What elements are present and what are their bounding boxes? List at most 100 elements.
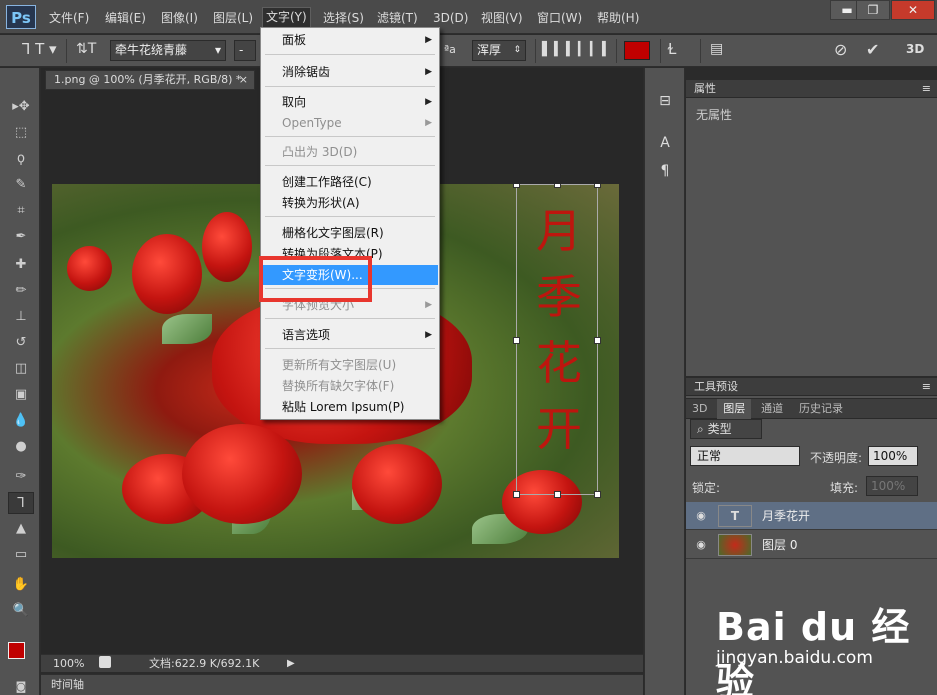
menu-3d[interactable]: 3D(D) bbox=[430, 9, 471, 27]
menu-item-orientation[interactable]: 取向 ▶ bbox=[262, 92, 438, 112]
layer-filter-select[interactable]: ⌕ 类型 bbox=[690, 419, 762, 439]
panel-menu-icon[interactable]: ≡ bbox=[922, 378, 931, 396]
menu-item-replace-missing-fonts: 替换所有缺欠字体(F) bbox=[262, 376, 438, 396]
commit-checkmark-icon[interactable]: ✔ bbox=[866, 40, 879, 61]
quick-selection-tool-icon[interactable]: ✎ bbox=[8, 174, 34, 196]
crop-tool-icon[interactable]: ⌗ bbox=[8, 200, 34, 222]
text-char: 开 bbox=[536, 402, 582, 456]
menu-item-panel[interactable]: 面板 ▶ bbox=[262, 30, 438, 50]
font-family-select[interactable]: 牵牛花绕青藤 ▾ bbox=[110, 40, 226, 61]
transform-handle[interactable] bbox=[594, 337, 601, 344]
menu-item-paste-lorem-ipsum[interactable]: 粘贴 Lorem Ipsum(P) bbox=[262, 397, 438, 417]
menu-window[interactable]: 窗口(W) bbox=[534, 9, 585, 27]
blur-tool-icon[interactable]: 💧 bbox=[8, 410, 34, 432]
lock-label: 锁定: bbox=[692, 481, 721, 495]
transform-handle[interactable] bbox=[513, 491, 520, 498]
history-brush-tool-icon[interactable]: ↺ bbox=[8, 332, 34, 354]
paragraph-panel-icon[interactable]: ¶ bbox=[654, 160, 676, 182]
hand-tool-icon[interactable]: ✋ bbox=[8, 574, 34, 596]
tab-history[interactable]: 历史记录 bbox=[793, 399, 849, 419]
antialias-select[interactable]: 浑厚 ⇕ bbox=[472, 40, 526, 61]
panel-menu-icon[interactable]: ≡ bbox=[922, 80, 931, 98]
toggle-orientation-icon[interactable]: ⇅T bbox=[76, 40, 96, 61]
type-tool-icon[interactable]: Ꞁ bbox=[8, 492, 34, 514]
transform-handle[interactable] bbox=[513, 184, 520, 188]
transform-handle[interactable] bbox=[594, 184, 601, 188]
antialias-value: 浑厚 bbox=[477, 43, 502, 57]
align-left-icon[interactable]: ▌▍ bbox=[542, 40, 566, 61]
tab-layers[interactable]: 图层 bbox=[717, 399, 752, 419]
font-style-select[interactable]: - bbox=[234, 40, 256, 61]
history-panel-icon[interactable]: ⊟ bbox=[654, 90, 676, 112]
tool-presets-header[interactable]: 工具预设 ≡ bbox=[686, 378, 937, 396]
move-tool-icon[interactable]: ▸✥ bbox=[8, 96, 34, 118]
3d-button[interactable]: 3D bbox=[906, 40, 924, 61]
align-center-icon[interactable]: ▍▎ bbox=[566, 40, 590, 61]
quick-mask-icon[interactable]: ◙ bbox=[8, 676, 34, 695]
zoom-tool-icon[interactable]: 🔍 bbox=[8, 600, 34, 622]
transform-handle[interactable] bbox=[554, 491, 561, 498]
layer-row-text[interactable]: ◉ T 月季花开 bbox=[686, 502, 937, 530]
menu-image[interactable]: 图像(I) bbox=[158, 9, 201, 27]
dodge-tool-icon[interactable]: ● bbox=[8, 436, 34, 458]
layer-row-image[interactable]: ◉ 图层 0 bbox=[686, 531, 937, 559]
transform-handle[interactable] bbox=[554, 184, 561, 188]
opacity-input[interactable]: 100% bbox=[868, 446, 918, 466]
timeline-panel-tab[interactable]: 时间轴 bbox=[41, 674, 643, 695]
close-tab-icon[interactable]: × bbox=[239, 71, 248, 89]
menu-help[interactable]: 帮助(H) bbox=[594, 9, 642, 27]
menu-file[interactable]: 文件(F) bbox=[46, 9, 92, 27]
menu-filter[interactable]: 滤镜(T) bbox=[374, 9, 421, 27]
clone-stamp-tool-icon[interactable]: ⊥ bbox=[8, 306, 34, 328]
tab-channels[interactable]: 通道 bbox=[755, 399, 789, 419]
visibility-eye-icon[interactable]: ◉ bbox=[694, 538, 708, 552]
visibility-eye-icon[interactable]: ◉ bbox=[694, 509, 708, 523]
properties-panel-header[interactable]: 属性 ≡ bbox=[686, 80, 937, 98]
layers-panel-tabs: 3D 图层 通道 历史记录 bbox=[686, 399, 937, 419]
rose-bud bbox=[352, 444, 442, 524]
brush-tool-icon[interactable]: ✏ bbox=[8, 280, 34, 302]
foreground-color-swatch[interactable] bbox=[8, 642, 25, 659]
character-panel-icon[interactable]: A bbox=[654, 132, 676, 154]
menu-item-rasterize[interactable]: 栅格化文字图层(R) bbox=[262, 223, 438, 243]
menu-item-language-options[interactable]: 语言选项 ▶ bbox=[262, 325, 438, 345]
vertical-text-layer[interactable]: 月 季 花 开 bbox=[529, 198, 589, 462]
fill-label: 填充: bbox=[830, 481, 859, 495]
align-right-icon[interactable]: ▎▍ bbox=[590, 40, 614, 61]
character-panel-icon[interactable]: ▤ bbox=[710, 40, 723, 61]
gradient-tool-icon[interactable]: ▣ bbox=[8, 384, 34, 406]
menu-select[interactable]: 选择(S) bbox=[320, 9, 367, 27]
eyedropper-tool-icon[interactable]: ✒ bbox=[8, 226, 34, 248]
warp-text-icon[interactable]: Ɫ bbox=[668, 40, 676, 61]
restore-button[interactable]: ❐ bbox=[856, 0, 890, 20]
menu-item-create-work-path[interactable]: 创建工作路径(C) bbox=[262, 172, 438, 192]
lasso-tool-icon[interactable]: ϙ bbox=[8, 148, 34, 170]
status-menu-arrow-icon[interactable]: ▶ bbox=[287, 655, 295, 672]
tab-3d[interactable]: 3D bbox=[686, 399, 713, 419]
menu-layer[interactable]: 图层(L) bbox=[210, 9, 256, 27]
transform-handle[interactable] bbox=[594, 491, 601, 498]
menu-edit[interactable]: 编辑(E) bbox=[102, 9, 149, 27]
zoom-level[interactable]: 100% bbox=[53, 655, 84, 672]
menu-item-label: 栅格化文字图层(R) bbox=[282, 226, 384, 240]
pen-tool-icon[interactable]: ✑ bbox=[8, 466, 34, 488]
healing-brush-tool-icon[interactable]: ✚ bbox=[8, 254, 34, 276]
menu-view[interactable]: 视图(V) bbox=[478, 9, 526, 27]
path-selection-tool-icon[interactable]: ▲ bbox=[8, 518, 34, 540]
type-tool-preset-icon[interactable]: Ꞁ T ▾ bbox=[22, 40, 57, 61]
eraser-tool-icon[interactable]: ◫ bbox=[8, 358, 34, 380]
properties-empty: 无属性 bbox=[696, 108, 733, 122]
blend-mode-select[interactable]: 正常 bbox=[690, 446, 800, 466]
menu-item-convert-to-shape[interactable]: 转换为形状(A) bbox=[262, 193, 438, 213]
transform-handle[interactable] bbox=[513, 337, 520, 344]
cancel-icon[interactable]: ⊘ bbox=[834, 40, 847, 61]
marquee-tool-icon[interactable]: ⬚ bbox=[8, 122, 34, 144]
text-color-swatch[interactable] bbox=[624, 41, 650, 60]
document-tab[interactable]: 1.png @ 100% (月季花开, RGB/8) * × bbox=[45, 70, 255, 90]
menu-type[interactable]: 文字(Y) bbox=[262, 7, 311, 28]
status-info-icon[interactable] bbox=[99, 656, 111, 668]
close-button[interactable]: ✕ bbox=[891, 0, 935, 20]
fill-input[interactable]: 100% bbox=[866, 476, 918, 496]
menu-item-antialias[interactable]: 消除锯齿 ▶ bbox=[262, 62, 438, 82]
rectangle-tool-icon[interactable]: ▭ bbox=[8, 544, 34, 566]
